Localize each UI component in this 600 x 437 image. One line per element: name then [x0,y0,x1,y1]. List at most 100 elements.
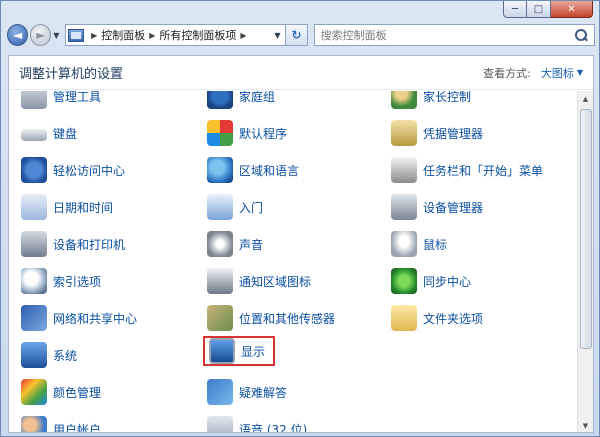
control-panel-item[interactable]: 语音 (32 位) [207,416,308,433]
navigation-bar: ◄ ► ▼ ▶ 控制面板 ▶ 所有控制面板项 ▶ ▼ ↻ [7,21,596,49]
control-panel-item-label: 设备管理器 [423,200,484,215]
caption-buttons: ─ □ ✕ [503,1,593,18]
address-bar[interactable]: ▶ 控制面板 ▶ 所有控制面板项 ▶ ▼ [65,24,287,46]
control-panel-item-label: 凭据管理器 [423,126,484,141]
refresh-button[interactable]: ↻ [286,24,308,46]
notification-area-icon [207,268,233,294]
scroll-thumb[interactable] [580,109,592,349]
control-panel-item-label: 默认程序 [239,126,288,141]
control-panel-item[interactable]: 疑难解答 [207,379,287,405]
control-panel-item[interactable]: 用户帐户 [21,416,102,433]
control-panel-icon [68,28,85,42]
view-mode-dropdown[interactable]: 大图标 ▼ [541,65,583,81]
control-panel-item[interactable]: 入门 [207,194,263,220]
control-panel-item[interactable]: 轻松访问中心 [21,157,125,183]
control-panel-item[interactable]: 家庭组 [207,91,275,109]
user-accounts-icon [21,416,47,432]
control-panel-item-label: 疑难解答 [239,385,288,400]
control-panel-item[interactable]: 键盘 [21,120,77,146]
region-language-icon [207,157,233,183]
control-panel-item-label: 鼠标 [423,237,448,252]
control-panel-item[interactable]: 系统 [21,342,77,368]
control-panel-item[interactable]: 位置和其他传感器 [207,305,335,331]
scroll-down-button[interactable]: ▼ [578,418,593,432]
control-panel-item-label: 入门 [239,200,264,215]
control-panel-item[interactable]: 日期和时间 [21,194,113,220]
page-title: 调整计算机的设置 [19,67,124,82]
sound-icon [207,231,233,257]
control-panel-item[interactable]: 区域和语言 [207,157,299,183]
search-input[interactable] [320,28,576,42]
forward-button[interactable]: ► [30,24,52,46]
vertical-scrollbar[interactable]: ▲ ▼ [577,91,593,432]
view-by-label: 查看方式: [483,66,531,80]
speech-icon [207,416,233,432]
content-pane: 调整计算机的设置 查看方式: 大图标 ▼ 管理工具 键盘 轻松访问中心 日期和时间 设备… [8,55,594,433]
breadcrumb-separator[interactable]: ▶ [240,31,246,40]
control-panel-item-label: 颜色管理 [53,385,102,400]
control-panel-item[interactable]: 鼠标 [391,231,447,257]
control-panel-item[interactable]: 家长控制 [391,91,471,109]
control-panel-item-label: 用户帐户 [53,422,102,433]
network-icon [21,305,47,331]
search-box[interactable] [313,24,596,46]
parental-controls-icon [391,91,417,109]
control-panel-item-label: 家长控制 [423,91,472,104]
ease-of-access-icon [21,157,47,183]
minimize-button[interactable]: ─ [503,1,527,18]
keyboard-icon [21,129,47,141]
getting-started-icon [207,194,233,220]
control-panel-item-label: 键盘 [53,126,78,141]
breadcrumb-separator[interactable]: ▶ [149,31,155,40]
chevron-down-icon: ▼ [576,68,583,77]
troubleshooting-icon [207,379,233,405]
maximize-button[interactable]: □ [527,1,551,18]
control-panel-item-label: 轻松访问中心 [53,163,126,178]
control-panel-item-label: 管理工具 [53,91,102,104]
tools-icon [21,91,47,109]
control-panel-item[interactable]: 任务栏和「开始」菜单 [391,157,543,183]
control-panel-item[interactable]: 设备管理器 [391,194,483,220]
control-panel-item[interactable]: 通知区域图标 [207,268,311,294]
control-panel-item[interactable]: 文件夹选项 [391,305,483,331]
control-panel-item[interactable]: 声音 [207,231,263,257]
control-panel-item[interactable]: 同步中心 [391,268,471,294]
control-panel-item[interactable]: 索引选项 [21,268,101,294]
credential-manager-icon [391,120,417,146]
address-dropdown-icon[interactable]: ▼ [269,25,285,45]
control-panel-item[interactable]: 颜色管理 [21,379,101,405]
mouse-icon [391,231,417,257]
breadcrumb-separator[interactable]: ▶ [91,31,97,40]
search-icon[interactable] [575,28,588,42]
control-panel-item[interactable]: 管理工具 [21,91,101,109]
scroll-up-button[interactable]: ▲ [578,91,593,107]
datetime-icon [21,194,47,220]
control-panel-item-label: 索引选项 [53,274,102,289]
devices-printers-icon [21,231,47,257]
color-management-icon [21,379,47,405]
breadcrumb-all-items[interactable]: 所有控制面板项 [159,27,236,43]
control-panel-item[interactable]: 网络和共享中心 [21,305,137,331]
breadcrumb-control-panel[interactable]: 控制面板 [101,27,145,43]
default-programs-icon [207,120,233,146]
control-panel-item[interactable]: 凭据管理器 [391,120,483,146]
display-icon [209,338,235,364]
control-panel-item[interactable]: 显示 [202,336,276,366]
close-button[interactable]: ✕ [551,1,593,18]
recent-pages-dropdown[interactable]: ▼ [51,31,61,40]
control-panel-item-label: 语音 (32 位) [239,422,308,433]
control-panel-item-label: 位置和其他传感器 [239,311,336,326]
view-mode-label: 大图标 [540,66,574,80]
control-panel-item-label: 家庭组 [239,91,276,104]
control-panel-item[interactable]: 默认程序 [207,120,287,146]
indexing-icon [21,268,47,294]
control-panel-item-label: 系统 [53,348,78,363]
content-header: 调整计算机的设置 查看方式: 大图标 ▼ [9,56,593,90]
taskbar-start-icon [391,157,417,183]
control-panel-item[interactable]: 设备和打印机 [21,231,125,257]
back-button[interactable]: ◄ [7,24,29,46]
system-icon [21,342,47,368]
control-panel-item-label: 文件夹选项 [423,311,484,326]
control-panel-window: ─ □ ✕ ◄ ► ▼ ▶ 控制面板 ▶ 所有控制面板项 ▶ ▼ ↻ 调整计算机… [0,0,600,437]
control-panel-item-label: 设备和打印机 [53,237,126,252]
